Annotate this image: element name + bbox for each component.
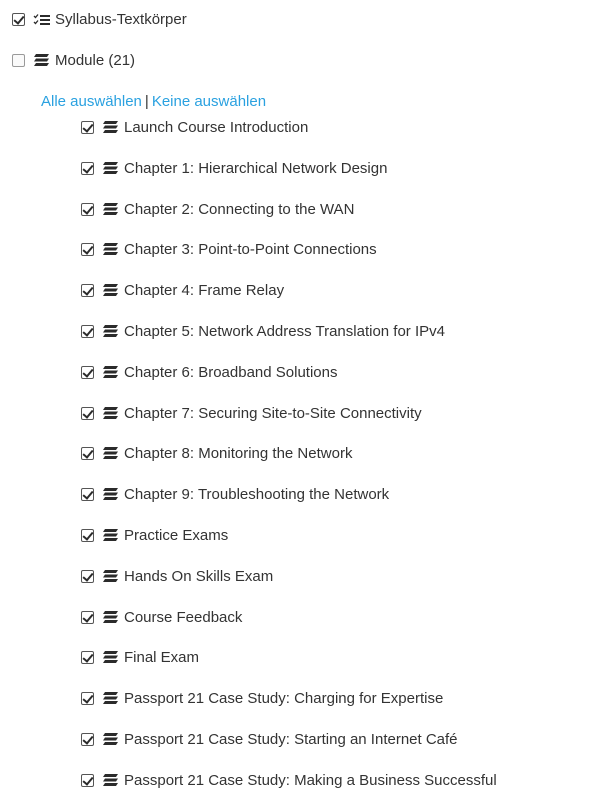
module-stack-icon (102, 528, 119, 542)
module-item: Passport 21 Case Study: Making a Busines… (81, 770, 497, 790)
module-item-checkbox[interactable] (81, 732, 94, 746)
module-stack-icon (102, 773, 119, 787)
module-item-checkbox[interactable] (81, 202, 94, 216)
module-item-label: Course Feedback (124, 608, 243, 626)
module-item: Chapter 3: Point-to-Point Connections (81, 239, 377, 259)
select-none-link[interactable]: Keine auswählen (152, 93, 266, 110)
module-item-checkbox[interactable] (81, 161, 94, 175)
module-stack-icon (33, 53, 50, 67)
syllabus-checkbox[interactable] (12, 12, 25, 26)
module-item-label: Chapter 6: Broadband Solutions (124, 363, 338, 381)
module-item: Passport 21 Case Study: Charging for Exp… (81, 688, 443, 708)
module-item-label: Chapter 8: Monitoring the Network (124, 444, 353, 462)
syllabus-row: Syllabus-Textkörper (12, 9, 187, 29)
module-item-checkbox[interactable] (81, 120, 94, 134)
module-stack-icon (102, 120, 119, 134)
modules-checkbox[interactable] (12, 53, 25, 67)
module-item-label: Chapter 2: Connecting to the WAN (124, 200, 355, 218)
module-item-checkbox[interactable] (81, 406, 94, 420)
module-item: Chapter 6: Broadband Solutions (81, 362, 337, 382)
syllabus-label: Syllabus-Textkörper (55, 10, 187, 28)
modules-row: Module (21) (12, 50, 135, 70)
modules-label: Module (21) (55, 51, 136, 69)
module-stack-icon (102, 406, 119, 420)
module-item: Hands On Skills Exam (81, 566, 273, 586)
module-item-checkbox[interactable] (81, 528, 94, 542)
module-item-label: Launch Course Introduction (124, 118, 309, 136)
module-stack-icon (102, 732, 119, 746)
module-item-label: Practice Exams (124, 526, 229, 544)
module-item-label: Passport 21 Case Study: Making a Busines… (124, 771, 497, 789)
module-item-label: Passport 21 Case Study: Charging for Exp… (124, 689, 444, 707)
module-stack-icon (102, 610, 119, 624)
module-stack-icon (102, 365, 119, 379)
module-stack-icon (102, 650, 119, 664)
module-stack-icon (102, 161, 119, 175)
module-item-checkbox[interactable] (81, 610, 94, 624)
module-stack-icon (102, 487, 119, 501)
module-item: Chapter 2: Connecting to the WAN (81, 199, 354, 219)
select-all-link[interactable]: Alle auswählen (41, 93, 142, 110)
module-stack-icon (102, 691, 119, 705)
module-item: Course Feedback (81, 607, 242, 627)
module-item: Chapter 8: Monitoring the Network (81, 443, 352, 463)
module-stack-icon (102, 569, 119, 583)
module-item-label: Chapter 4: Frame Relay (124, 281, 285, 299)
module-item-label: Chapter 5: Network Address Translation f… (124, 322, 445, 340)
module-item-checkbox[interactable] (81, 773, 94, 787)
module-item: Chapter 4: Frame Relay (81, 280, 284, 300)
module-stack-icon (102, 242, 119, 256)
module-item-checkbox[interactable] (81, 365, 94, 379)
module-item-label: Passport 21 Case Study: Starting an Inte… (124, 730, 458, 748)
module-item-checkbox[interactable] (81, 487, 94, 501)
module-item-label: Final Exam (124, 648, 200, 666)
module-item-checkbox[interactable] (81, 324, 94, 338)
module-item: Practice Exams (81, 525, 228, 545)
module-item-checkbox[interactable] (81, 691, 94, 705)
module-item: Chapter 9: Troubleshooting the Network (81, 484, 389, 504)
module-item-label: Hands On Skills Exam (124, 567, 274, 585)
module-item-checkbox[interactable] (81, 650, 94, 664)
module-item-label: Chapter 3: Point-to-Point Connections (124, 240, 377, 258)
module-item: Chapter 5: Network Address Translation f… (81, 321, 445, 341)
select-links: Alle auswählen | Keine auswählen (41, 91, 266, 111)
module-item-label: Chapter 1: Hierarchical Network Design (124, 159, 388, 177)
module-item-label: Chapter 7: Securing Site-to-Site Connect… (124, 404, 422, 422)
module-item-checkbox[interactable] (81, 242, 94, 256)
module-item: Chapter 1: Hierarchical Network Design (81, 158, 387, 178)
module-item-label: Chapter 9: Troubleshooting the Network (124, 485, 390, 503)
module-item: Final Exam (81, 647, 199, 667)
module-item: Passport 21 Case Study: Starting an Inte… (81, 729, 458, 749)
module-stack-icon (102, 446, 119, 460)
syllabus-list-icon (33, 13, 50, 26)
module-item: Launch Course Introduction (81, 117, 308, 137)
module-item-checkbox[interactable] (81, 283, 94, 297)
select-links-separator: | (144, 92, 149, 110)
module-item: Chapter 7: Securing Site-to-Site Connect… (81, 403, 422, 423)
module-stack-icon (102, 202, 119, 216)
module-stack-icon (102, 324, 119, 338)
module-item-checkbox[interactable] (81, 569, 94, 583)
module-item-checkbox[interactable] (81, 446, 94, 460)
module-stack-icon (102, 283, 119, 297)
